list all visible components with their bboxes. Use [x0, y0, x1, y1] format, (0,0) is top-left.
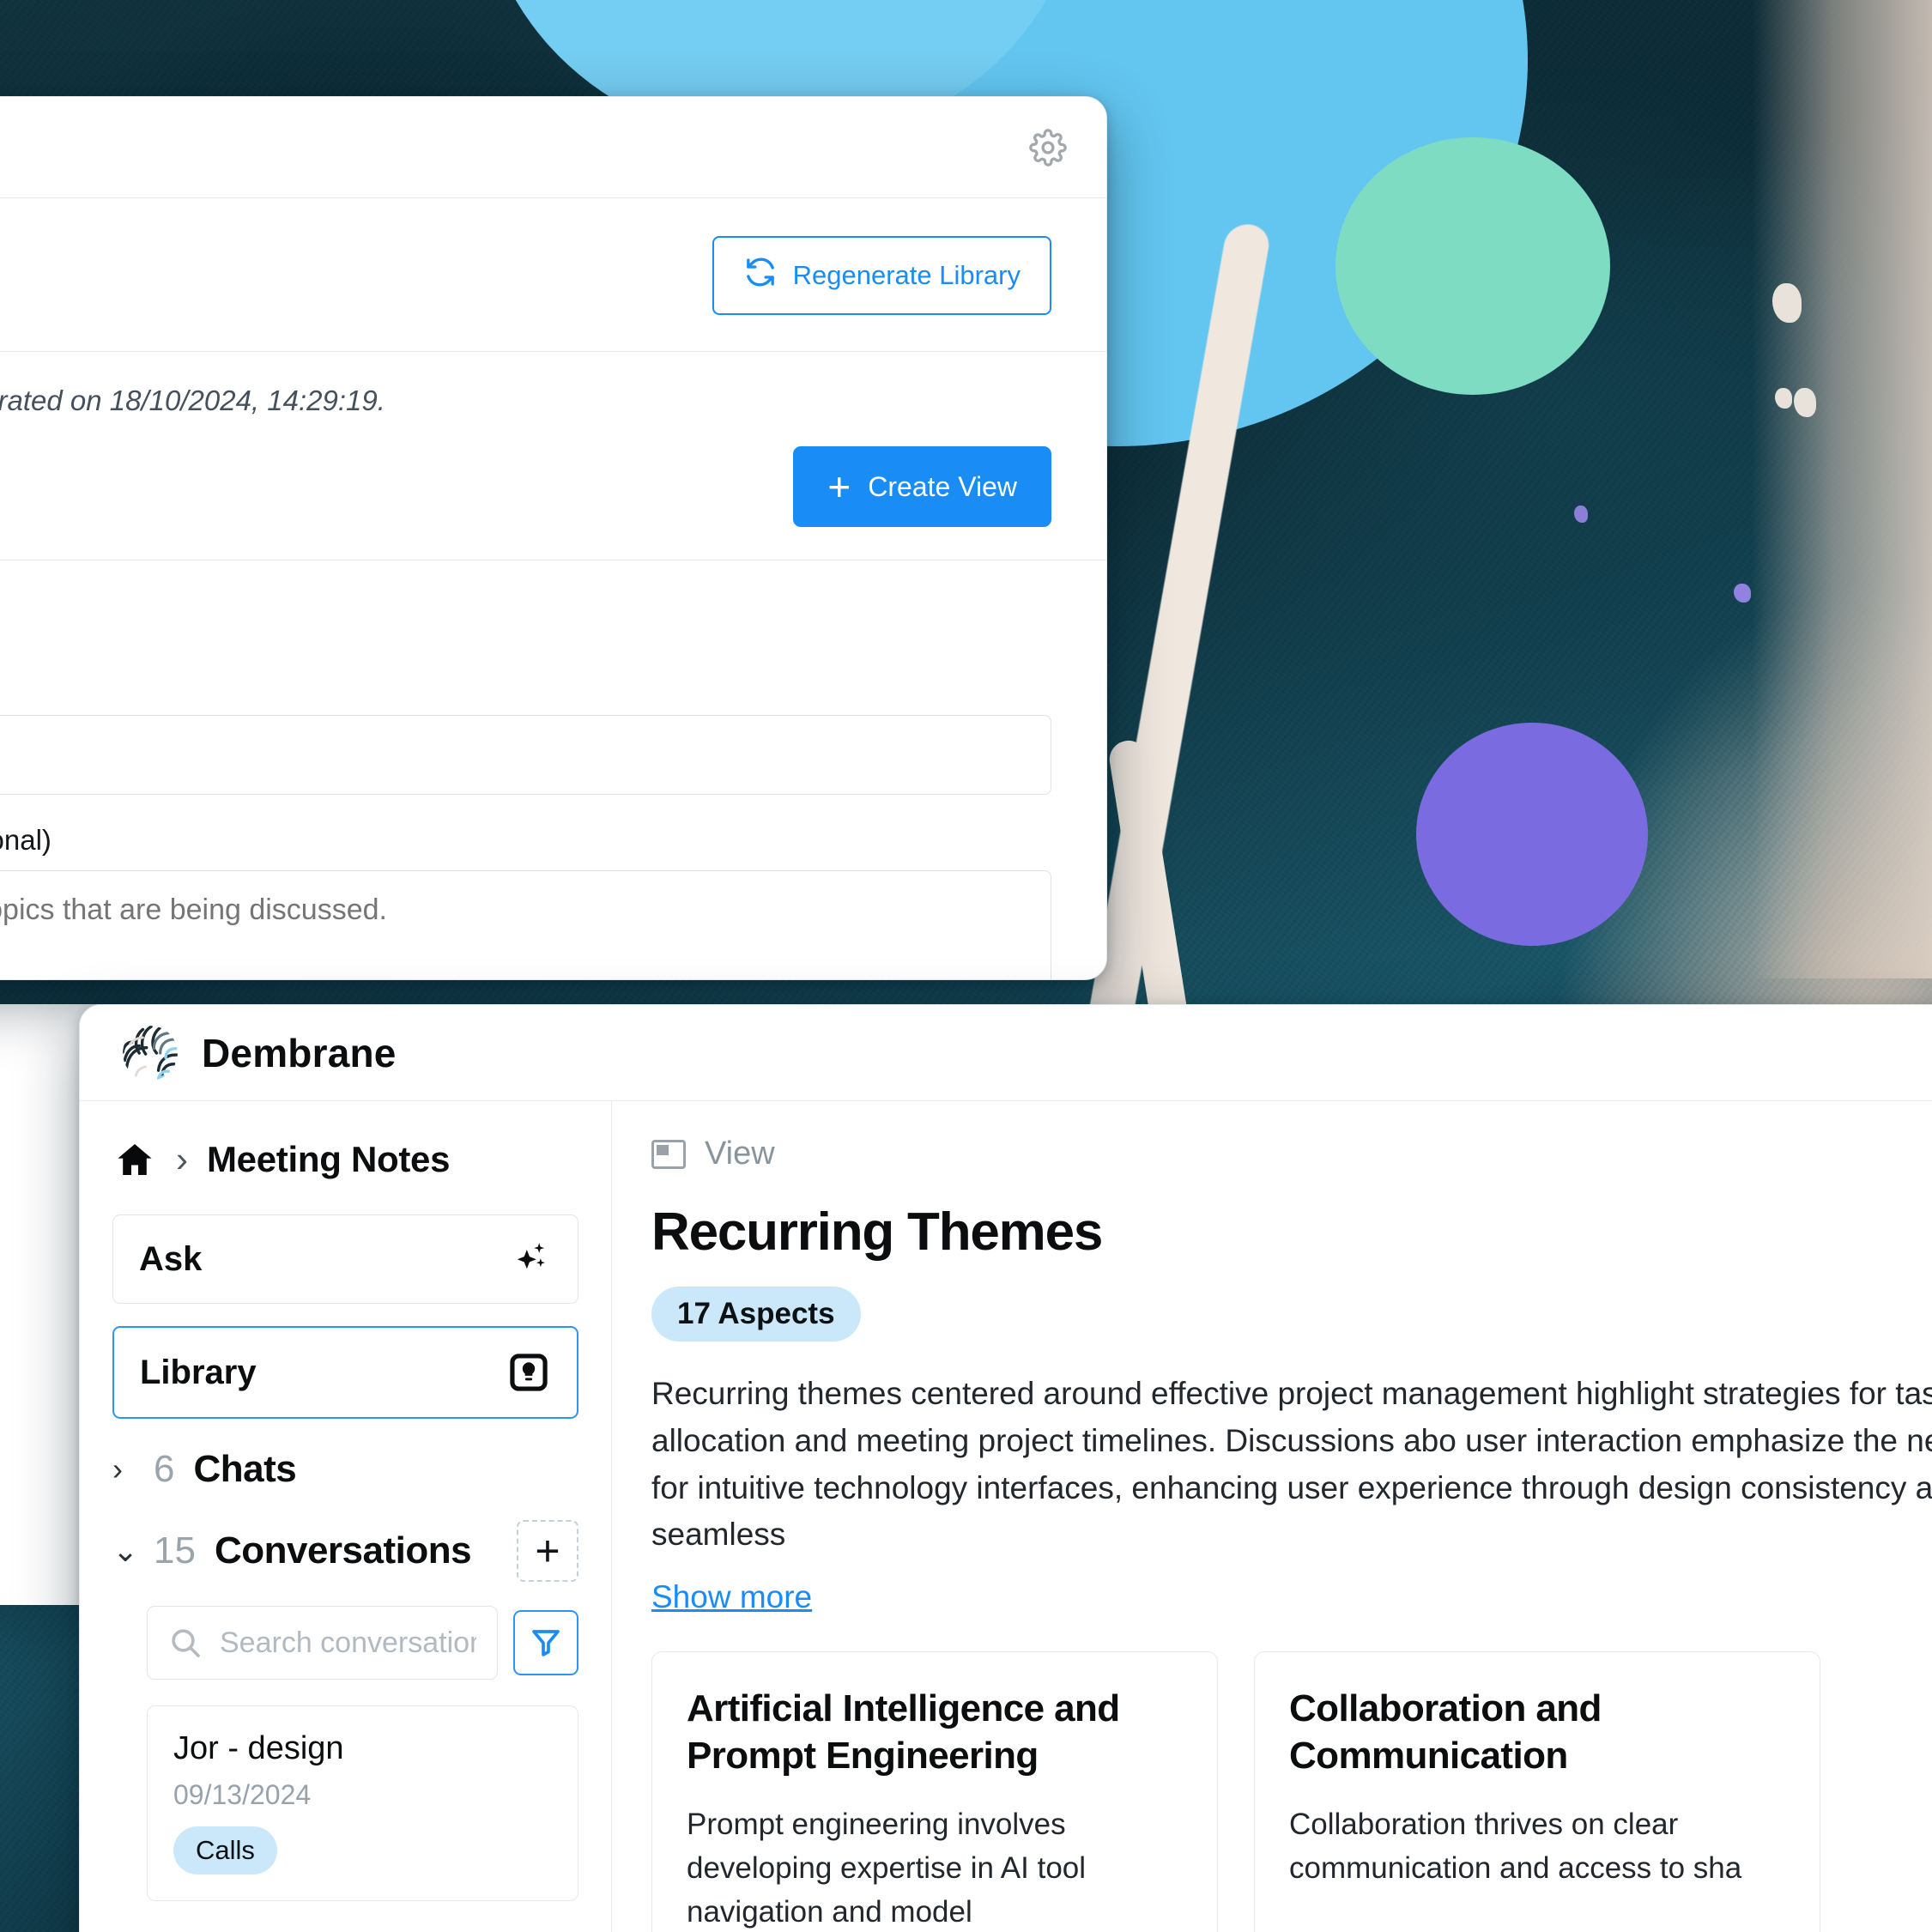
query-input[interactable]	[0, 715, 1051, 795]
create-new-view-row[interactable]: Create new view	[0, 560, 1106, 669]
nav-button-library[interactable]: Library	[112, 1326, 578, 1419]
theme-card-title: Collaboration and Communication	[1289, 1687, 1602, 1777]
theme-card[interactable]: Artificial Intelligence and Prompt Engin…	[651, 1651, 1218, 1932]
background-fleck-1	[1772, 283, 1802, 323]
dembrane-app-window: Dembrane › Meeting Notes Ask Library › 6…	[79, 1004, 1932, 1932]
nav-button-ask-label: Ask	[139, 1239, 203, 1278]
breadcrumb-label[interactable]: Meeting Notes	[207, 1139, 450, 1180]
home-icon[interactable]	[112, 1140, 157, 1179]
background-fleck-4	[1574, 506, 1588, 523]
regenerate-library-label: Regenerate Library	[792, 260, 1021, 290]
your-views-row: ur Views + Create View	[0, 417, 1106, 560]
context-textarea[interactable]	[0, 870, 1051, 979]
regenerate-library-button[interactable]: Regenerate Library	[712, 236, 1051, 315]
sparkles-icon	[509, 1238, 552, 1281]
theme-card-body: Prompt engineering involves developing e…	[687, 1808, 1087, 1929]
create-view-label: Create View	[868, 470, 1017, 502]
plus-icon: +	[827, 464, 851, 509]
conversation-search-row	[147, 1606, 578, 1680]
chats-label: Chats	[193, 1448, 297, 1490]
search-input[interactable]	[220, 1626, 476, 1660]
theme-card[interactable]: Collaboration and Communication Collabor…	[1254, 1651, 1820, 1932]
main-title: Recurring Themes	[651, 1202, 1103, 1262]
context-field-label: additional context (Optional)	[0, 824, 51, 856]
sidebar: › Meeting Notes Ask Library › 6 Chats ⌄ …	[80, 1101, 612, 1932]
background-right-edge	[1752, 0, 1932, 978]
filter-icon	[532, 1630, 560, 1656]
nav-button-library-label: Library	[140, 1353, 257, 1391]
show-more-link[interactable]: Show more	[651, 1579, 812, 1615]
background-fleck-5	[1734, 584, 1751, 603]
conversations-count: 15	[154, 1529, 196, 1572]
background-mint-circle	[1335, 137, 1610, 395]
query-field-block: er your query * additional context (Opti…	[0, 669, 1106, 979]
dembrane-logo-icon	[121, 1024, 179, 1082]
main-panel: View Recurring Themes 17 Aspects Recurri…	[612, 1101, 1932, 1932]
app-brand-bar: Dembrane	[80, 1005, 1932, 1101]
tree-row-chats[interactable]: › 6 Chats	[112, 1448, 578, 1491]
add-conversation-button[interactable]: +	[517, 1520, 578, 1582]
gear-icon[interactable]	[1029, 128, 1067, 167]
theme-card-body: Collaboration thrives on clear communica…	[1289, 1808, 1742, 1885]
library-generated-note: project library was generated on 18/10/2…	[0, 385, 385, 416]
app-body: › Meeting Notes Ask Library › 6 Chats ⌄ …	[80, 1101, 1932, 1932]
conversation-date: 09/13/2024	[173, 1779, 312, 1810]
chevron-right-icon: ›	[112, 1451, 123, 1487]
conversation-title: Jor - design	[173, 1730, 344, 1766]
create-view-button[interactable]: + Create View	[793, 446, 1051, 527]
tree-row-conversations[interactable]: ⌄ 15 Conversations +	[112, 1520, 578, 1582]
theme-card-title: Artificial Intelligence and Prompt Engin…	[687, 1687, 1120, 1777]
background-fleck-3	[1775, 388, 1792, 409]
refresh-icon	[743, 255, 778, 296]
nav-button-ask[interactable]: Ask	[112, 1214, 578, 1304]
breadcrumb: › Meeting Notes	[112, 1139, 578, 1180]
filter-button[interactable]	[513, 1610, 578, 1675]
theme-card-grid: Artificial Intelligence and Prompt Engin…	[651, 1651, 1932, 1932]
main-description: Recurring themes centered around effecti…	[651, 1376, 1932, 1553]
screenshot-stage: View curri Aspect urring light s brary	[0, 0, 1932, 1932]
query-field-label: er your query *	[0, 669, 1051, 701]
conversation-tag: Calls	[173, 1826, 277, 1874]
breadcrumb-separator: ›	[176, 1139, 188, 1179]
back-window-header: brary Regenerate Library	[0, 198, 1106, 352]
main-view-chip: View	[651, 1136, 1932, 1172]
view-icon	[651, 1139, 686, 1169]
conversation-list-item[interactable]: Jor - design 09/13/2024 Calls	[147, 1705, 578, 1901]
chats-count: 6	[154, 1448, 175, 1490]
search-icon	[168, 1626, 203, 1660]
background-fleck-2	[1794, 388, 1816, 417]
chevron-down-icon: ⌄	[112, 1533, 139, 1568]
library-window: brary Regenerate Library project library…	[0, 96, 1107, 980]
aspects-badge: 17 Aspects	[651, 1287, 861, 1341]
back-window-topbar	[0, 97, 1106, 198]
main-view-label: View	[705, 1136, 775, 1172]
background-purple-circle	[1416, 723, 1648, 946]
lightbulb-icon	[506, 1350, 551, 1395]
search-box[interactable]	[147, 1606, 498, 1680]
conversations-label: Conversations	[214, 1529, 472, 1572]
brand-name: Dembrane	[202, 1030, 397, 1075]
